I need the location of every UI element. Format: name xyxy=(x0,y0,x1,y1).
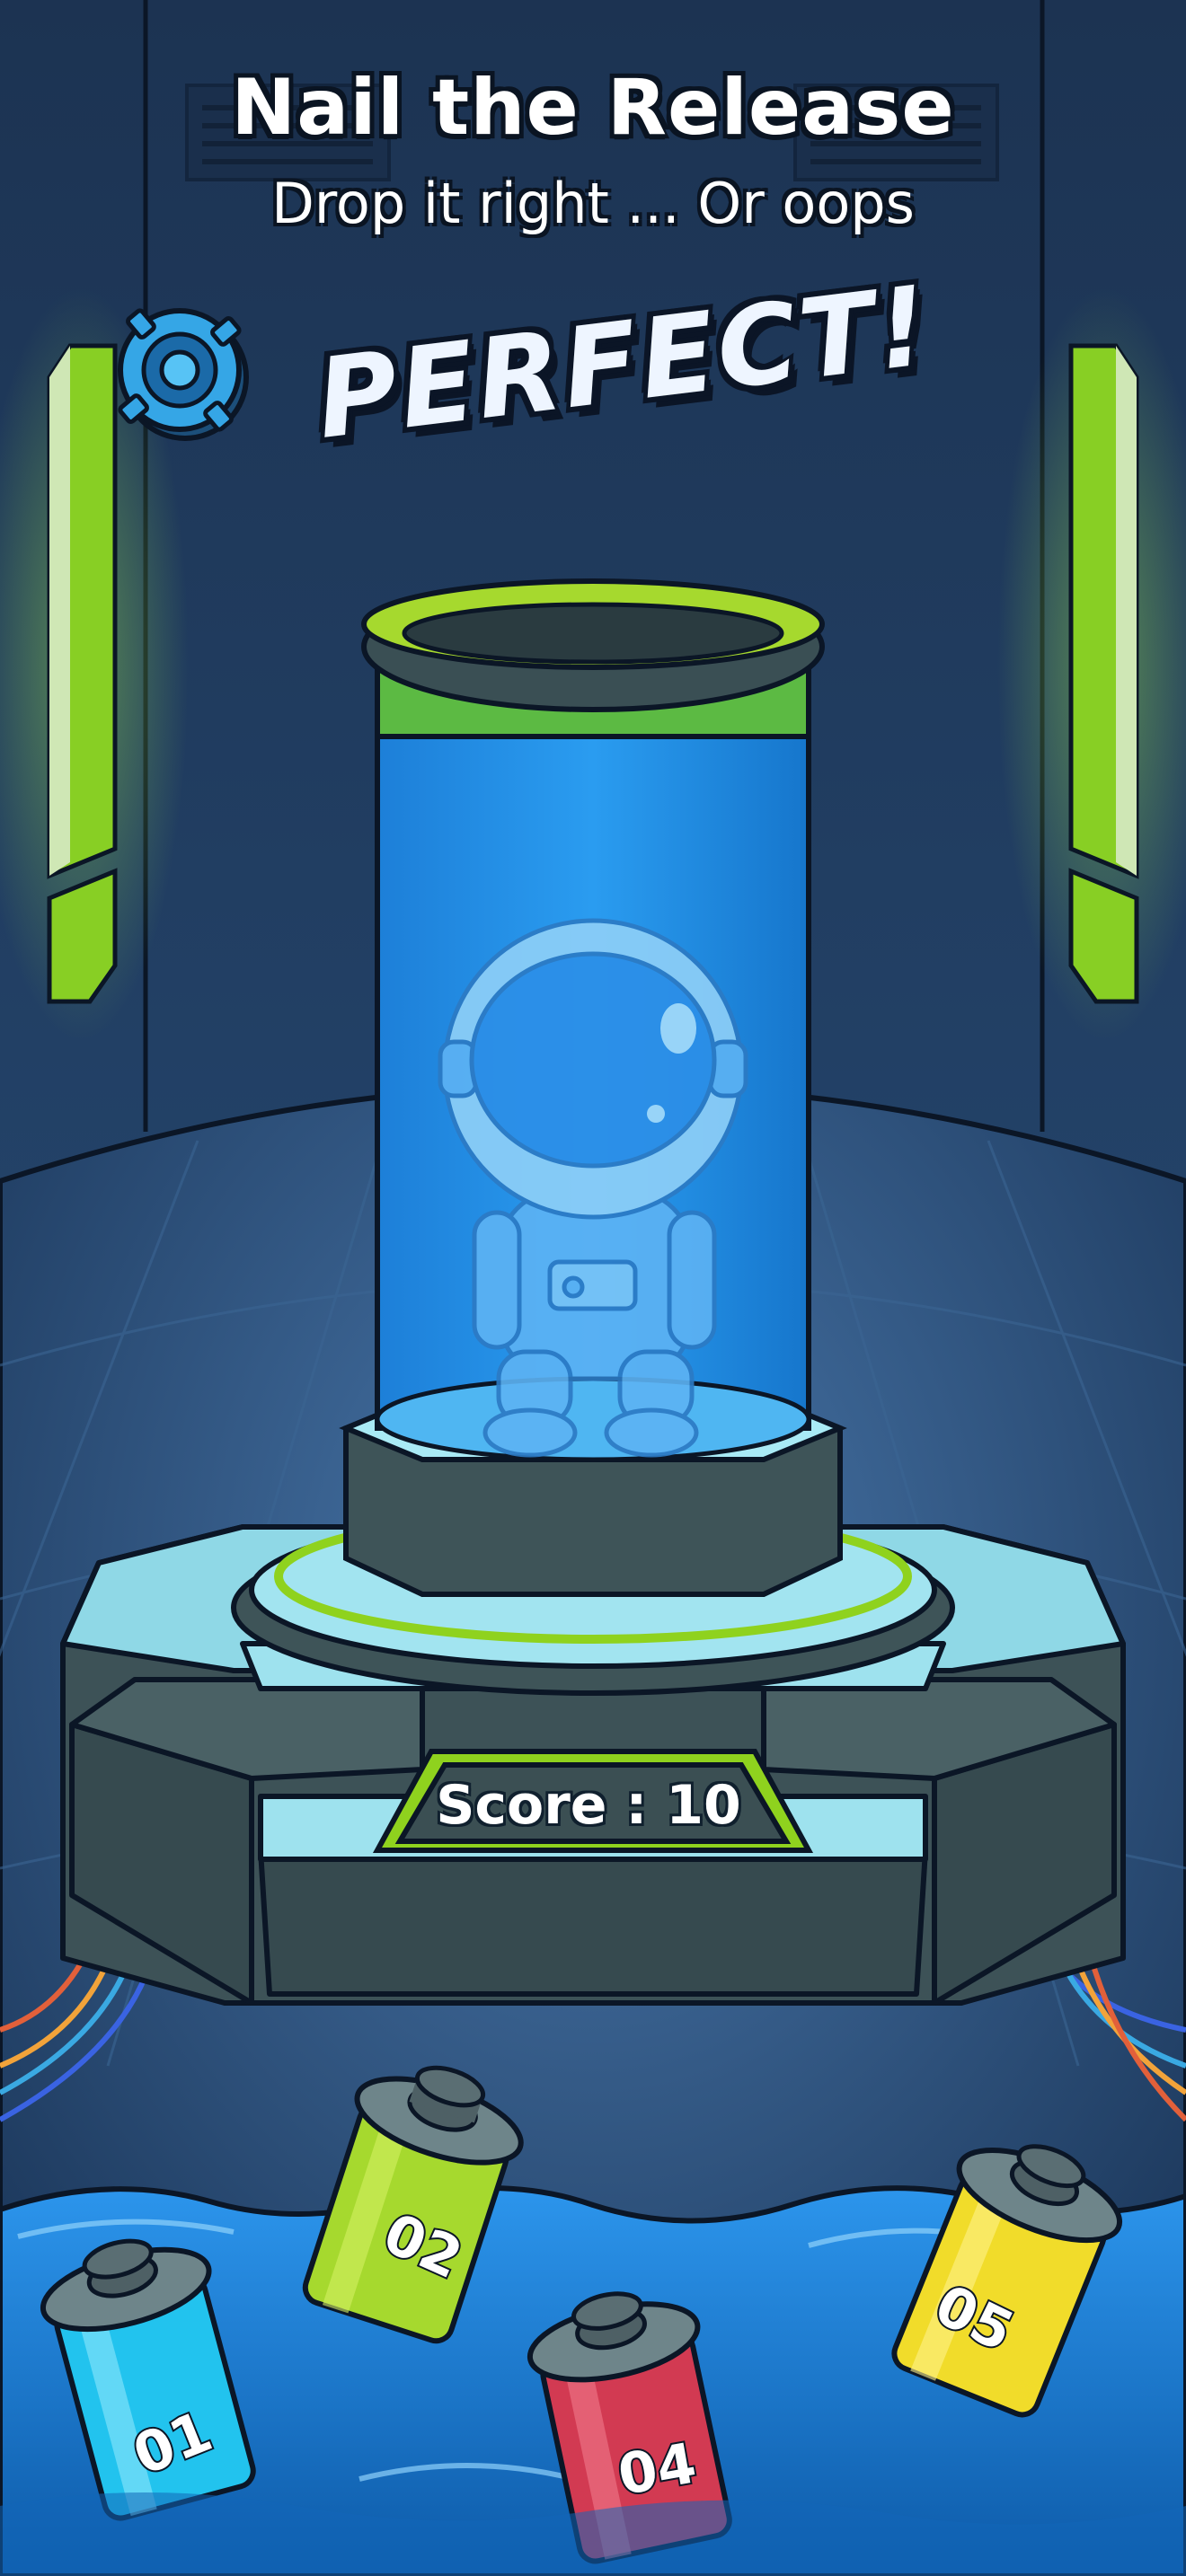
right-light-strip xyxy=(1068,343,1139,1004)
score-display: Score : 10 xyxy=(436,1774,741,1837)
game-stage: { "header": { "title": "Nail the Release… xyxy=(0,0,1186,2576)
target-icon xyxy=(118,308,249,441)
barrel-label-04: 04 xyxy=(613,2430,701,2508)
game-title: Nail the Release xyxy=(231,63,955,153)
game-subtitle: Drop it right ... Or oops xyxy=(271,171,915,236)
left-light-strip xyxy=(47,343,118,1004)
